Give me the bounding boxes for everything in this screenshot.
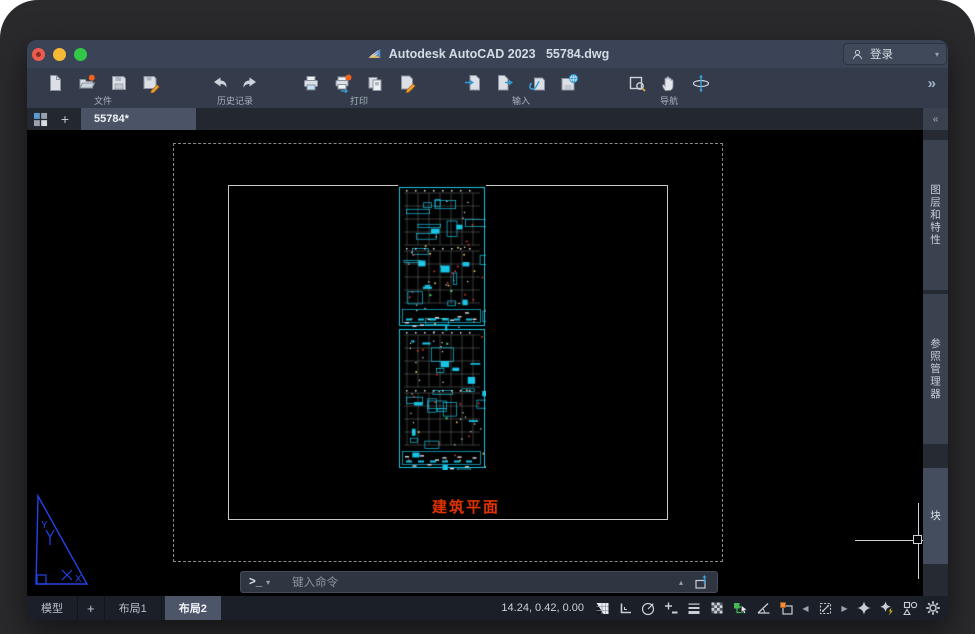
toolbar-group-label: 历史记录 — [217, 94, 253, 107]
sidebar-collapse-icon[interactable]: « — [923, 108, 948, 130]
ortho-icon[interactable] — [617, 600, 633, 616]
page-setup-icon[interactable] — [397, 73, 417, 93]
right-sidebar: 图层和特性 参照管理器 块 — [923, 130, 948, 596]
transparency-icon[interactable] — [709, 600, 725, 616]
sidebar-tab-layers-properties[interactable]: 图层和特性 — [923, 140, 948, 290]
isolate-icon[interactable] — [856, 600, 872, 616]
toolbar-group-history: 历史记录 — [209, 68, 261, 108]
quick-access-toolbar: 文件 历史记录 打印 输入 — [27, 68, 948, 109]
command-history-icon[interactable]: ▴ — [679, 578, 683, 587]
tab-layout2[interactable]: 布局2 — [165, 596, 221, 620]
save-as-icon[interactable] — [141, 73, 161, 93]
batch-print-icon[interactable] — [333, 73, 353, 93]
crosshair-pickbox — [913, 535, 922, 544]
ucs-icon: Y X — [29, 492, 91, 592]
ucs-x-label: X — [75, 574, 82, 585]
import-icon[interactable] — [463, 73, 483, 93]
toolbar-group-label: 输入 — [512, 94, 530, 107]
zoom-button[interactable] — [74, 48, 87, 61]
file-tab-bar: + 55784* « — [27, 108, 948, 130]
print-icon[interactable] — [301, 73, 321, 93]
save-web-icon[interactable] — [559, 73, 579, 93]
angle-icon[interactable] — [755, 600, 771, 616]
pan-icon[interactable] — [659, 73, 679, 93]
viewport-title: 建筑平面 — [401, 496, 531, 517]
save-icon[interactable] — [109, 73, 129, 93]
toolbar-overflow-icon[interactable]: » — [928, 75, 936, 92]
paper-space-icon[interactable] — [594, 600, 610, 616]
user-icon — [851, 48, 864, 61]
settings-gear-icon[interactable] — [925, 600, 941, 616]
close-button[interactable] — [32, 48, 45, 61]
annotation-icon[interactable] — [778, 600, 794, 616]
floor-plan-viewport[interactable] — [398, 185, 486, 470]
minimize-button[interactable] — [53, 48, 66, 61]
tab-grid-icon[interactable] — [33, 112, 48, 127]
lineweight-icon[interactable] — [686, 600, 702, 616]
toolbar-group-import: 输入 — [463, 68, 579, 108]
open-file-icon[interactable] — [77, 73, 97, 93]
share-icon[interactable] — [693, 574, 709, 590]
attach-icon[interactable] — [527, 73, 547, 93]
new-tab-button[interactable]: + — [57, 111, 73, 127]
sign-in-button[interactable]: 登录 ▾ — [843, 43, 947, 65]
toolbar-group-label: 打印 — [350, 94, 368, 107]
export-icon[interactable] — [495, 73, 515, 93]
command-input[interactable]: 键入命令 — [292, 574, 679, 590]
title-bar: Autodesk AutoCAD 2023 55784.dwg 登录 ▾ — [27, 40, 948, 68]
window-title: Autodesk AutoCAD 2023 55784.dwg — [389, 47, 609, 61]
main-area: 建筑平面 Y X >_ ▾ 键入命令 ▴ 图层和特性 参照管理器 — [27, 130, 948, 596]
file-tab-label: 55784* — [94, 113, 129, 125]
window-controls — [32, 48, 87, 61]
toolbar-group-file: 文件 — [45, 68, 161, 108]
toolbar-group-print: 打印 — [301, 68, 417, 108]
orbit-icon[interactable] — [691, 73, 711, 93]
sign-in-label: 登录 — [870, 46, 893, 62]
file-tab-active[interactable]: 55784* — [81, 108, 196, 130]
tab-layout1[interactable]: 布局1 — [105, 596, 162, 620]
ui-shapes-icon[interactable] — [902, 600, 918, 616]
command-line[interactable]: >_ ▾ 键入命令 ▴ — [240, 571, 718, 593]
undo-icon[interactable] — [209, 73, 229, 93]
prev-icon[interactable]: ◀ — [801, 604, 810, 613]
autocad-window: Autodesk AutoCAD 2023 55784.dwg 登录 ▾ 文件 … — [27, 40, 948, 620]
chevron-down-icon: ▾ — [935, 50, 939, 59]
toolbar-group-label: 导航 — [660, 94, 678, 107]
autocad-logo-icon — [366, 46, 382, 62]
polar-tracking-icon[interactable] — [640, 600, 656, 616]
toolbar-group-navigation: 导航 — [627, 68, 711, 108]
next-icon[interactable]: ▶ — [840, 604, 849, 613]
drawing-canvas[interactable]: 建筑平面 Y X >_ ▾ 键入命令 ▴ — [27, 130, 923, 596]
command-prompt: >_ — [249, 576, 262, 588]
snap-tracking-icon[interactable] — [663, 600, 679, 616]
coordinates-readout: 14.24, 0.42, 0.00 — [501, 602, 584, 614]
status-bar: 模型 + 布局1 布局2 14.24, 0.42, 0.00 ◀ ▶ — [27, 596, 948, 620]
zoom-window-icon[interactable] — [627, 73, 647, 93]
tab-model[interactable]: 模型 — [27, 596, 78, 620]
print-preview-icon[interactable] — [365, 73, 385, 93]
toolbar-group-label: 文件 — [94, 94, 112, 107]
redo-icon[interactable] — [241, 73, 261, 93]
sidebar-tab-blocks[interactable]: 块 — [923, 468, 948, 564]
sidebar-tab-reference-manager[interactable]: 参照管理器 — [923, 294, 948, 444]
isolate-flash-icon[interactable] — [879, 600, 895, 616]
annotation-scale-icon[interactable] — [817, 600, 833, 616]
new-file-icon[interactable] — [45, 73, 65, 93]
selection-cycling-icon[interactable] — [732, 600, 748, 616]
new-layout-button[interactable]: + — [78, 596, 105, 620]
chevron-down-icon[interactable]: ▾ — [266, 578, 270, 587]
ucs-y-label: Y — [41, 520, 48, 531]
